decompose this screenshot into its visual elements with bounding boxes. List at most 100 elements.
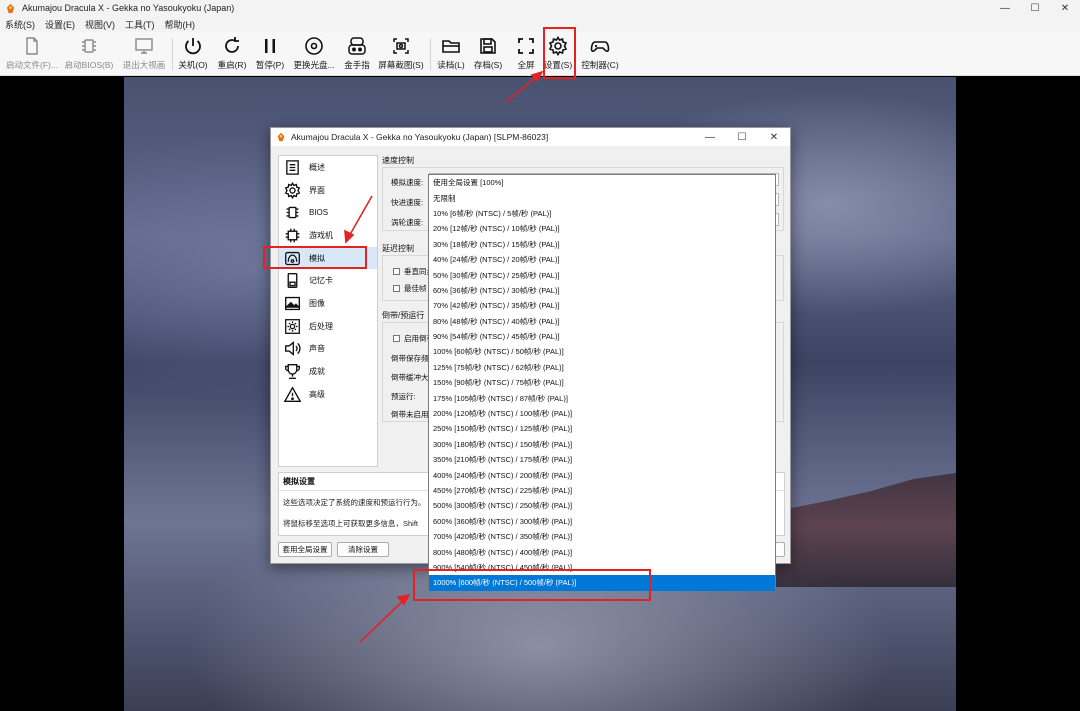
pause-button[interactable]: 暂停(P) [254,36,286,74]
description-line-1: 这些选项决定了系统的速度和预运行行为。 [283,498,426,507]
power-off-button[interactable]: 关机(O) [176,36,210,74]
menu-view[interactable]: 视图(V) [85,18,115,31]
dropdown-option[interactable]: 30% [18帧/秒 (NTSC) / 15帧/秒 (PAL)] [429,237,775,252]
disc-icon [305,37,323,55]
cpu-icon [285,228,300,243]
annotation-highlight-settings [543,27,576,79]
save-state-button[interactable]: 存档(S) [472,36,504,74]
restart-button[interactable]: 重启(R) [216,36,248,74]
folder-open-icon [442,40,460,53]
menu-help[interactable]: 帮助(H) [165,18,196,31]
latency-control-title: 延迟控制 [382,244,414,253]
dropdown-option[interactable]: 40% [24帧/秒 (NTSC) / 20帧/秒 (PAL)] [429,252,775,267]
start-file-button[interactable]: 启动文件(F)... [6,36,58,74]
chip-icon [286,206,299,219]
window-title: Akumajou Dracula X - Gekka no Yasoukyoku… [22,3,235,13]
dropdown-option[interactable]: 60% [36帧/秒 (NTSC) / 30帧/秒 (PAL)] [429,283,775,298]
gamepad-cheat-icon [348,37,366,55]
rewind-buffer-size-label: 倒带缓冲大 [391,373,429,382]
dropdown-option[interactable]: 150% [90帧/秒 (NTSC) / 75帧/秒 (PAL)] [429,375,775,390]
minimize-button[interactable]: — [990,0,1020,16]
dialog-close-action-button[interactable] [775,542,785,557]
dropdown-option[interactable]: 450% [270帧/秒 (NTSC) / 225帧/秒 (PAL)] [429,483,775,498]
dropdown-option[interactable]: 600% [360帧/秒 (NTSC) / 300帧/秒 (PAL)] [429,514,775,529]
menubar: 系统(S) 设置(E) 视图(V) 工具(T) 帮助(H) [0,16,1080,32]
fullscreen-button[interactable]: 全屏 [512,36,540,74]
vsync-checkbox[interactable] [393,268,400,275]
change-disc-button[interactable]: 更换光盘... [292,36,336,74]
enable-rewind-checkbox[interactable] [393,335,400,342]
sidebar-item-audio[interactable]: 声音 [279,338,377,361]
dropdown-option[interactable]: 使用全局设置 [100%] [429,175,775,190]
toolbar-separator [430,38,431,70]
file-icon [26,37,38,55]
use-global-settings-button[interactable]: 套用全局设置 [278,542,332,557]
cheats-button[interactable]: 金手指 [342,36,372,74]
speaker-icon [285,341,301,357]
load-state-button[interactable]: 读档(L) [436,36,466,74]
menu-system[interactable]: 系统(S) [5,18,35,31]
menu-settings[interactable]: 设置(E) [45,18,75,31]
chip-icon [82,39,96,53]
rewind-disabled-label: 倒带未启用 [391,410,429,419]
close-button[interactable]: ✕ [1050,0,1080,16]
dropdown-option[interactable]: 250% [150帧/秒 (NTSC) / 125帧/秒 (PAL)] [429,421,775,436]
dialog-maximize-button[interactable]: ☐ [726,128,758,146]
dropdown-option[interactable]: 700% [420帧/秒 (NTSC) / 350帧/秒 (PAL)] [429,529,775,544]
rewind-save-frequency-label: 倒带保存频 [391,354,429,363]
dropdown-option[interactable]: 350% [210帧/秒 (NTSC) / 175帧/秒 (PAL)] [429,452,775,467]
exit-big-picture-button[interactable]: 退出大视画 [120,36,168,74]
start-bios-button[interactable]: 启动BIOS(B) [64,36,114,74]
sidebar-item-memory-cards[interactable]: 记忆卡 [279,269,377,292]
dropdown-option[interactable]: 300% [180帧/秒 (NTSC) / 150帧/秒 (PAL)] [429,437,775,452]
dropdown-option[interactable]: 175% [105帧/秒 (NTSC) / 87帧/秒 (PAL)] [429,390,775,405]
dropdown-option[interactable]: 20% [12帧/秒 (NTSC) / 10帧/秒 (PAL)] [429,221,775,236]
save-icon [480,38,496,54]
annotation-highlight-emulation [263,246,367,269]
description-title: 模拟设置 [283,477,315,486]
screenshot-button[interactable]: 屏幕截图(S) [378,36,424,74]
trophy-icon [285,364,300,380]
dropdown-option[interactable]: 无限制 [429,190,775,205]
optimal-frame-checkbox[interactable] [393,285,400,292]
fast-forward-speed-label: 快进速度: [391,198,424,207]
sidebar-item-bios[interactable]: BIOS [279,201,377,224]
dropdown-option[interactable]: 10% [6帧/秒 (NTSC) / 5帧/秒 (PAL)] [429,206,775,221]
dropdown-option[interactable]: 800% [480帧/秒 (NTSC) / 400帧/秒 (PAL)] [429,544,775,559]
dialog-close-button[interactable]: ✕ [758,128,790,146]
dropdown-option[interactable]: 125% [75帧/秒 (NTSC) / 62帧/秒 (PAL)] [429,360,775,375]
dropdown-option[interactable]: 500% [300帧/秒 (NTSC) / 250帧/秒 (PAL)] [429,498,775,513]
turbo-speed-label: 涡轮速度: [391,218,424,227]
settings-sidebar: 概述 界面 BIOS 游戏机 模拟 记忆卡 图像 后处理 声音 成就 高级 [278,155,378,467]
warning-icon [284,386,301,402]
dropdown-option[interactable]: 400% [240帧/秒 (NTSC) / 200帧/秒 (PAL)] [429,467,775,482]
annotation-highlight-1000-percent [413,569,651,601]
dropdown-option[interactable]: 70% [42帧/秒 (NTSC) / 35帧/秒 (PAL)] [429,298,775,313]
speed-control-title: 速度控制 [382,156,414,165]
controllers-button[interactable]: 控制器(C) [580,36,620,74]
restart-icon [225,37,239,53]
sidebar-item-summary[interactable]: 概述 [279,156,377,179]
dialog-title: Akumajou Dracula X - Gekka no Yasoukyoku… [291,132,549,142]
dialog-minimize-button[interactable]: — [694,128,726,146]
sidebar-item-post-processing[interactable]: 后处理 [279,315,377,338]
dropdown-option[interactable]: 90% [54帧/秒 (NTSC) / 45帧/秒 (PAL)] [429,329,775,344]
toolbar-separator [172,38,173,70]
sidebar-item-achievements[interactable]: 成就 [279,360,377,383]
sidebar-item-advanced[interactable]: 高级 [279,383,377,406]
toolbar: 启动文件(F)... 启动BIOS(B) 退出大视画 关机(O) 重启(R) 暂… [0,32,1080,76]
dropdown-option[interactable]: 100% [60帧/秒 (NTSC) / 50帧/秒 (PAL)] [429,344,775,359]
window-controls: — ☐ ✕ [990,0,1080,16]
sidebar-item-graphics[interactable]: 图像 [279,292,377,315]
controller-icon [590,41,610,53]
sidebar-item-interface[interactable]: 界面 [279,179,377,202]
sidebar-item-console[interactable]: 游戏机 [279,224,377,247]
runahead-label: 预运行: [391,392,416,401]
dropdown-option[interactable]: 80% [48帧/秒 (NTSC) / 40帧/秒 (PAL)] [429,314,775,329]
power-icon [185,38,201,55]
maximize-button[interactable]: ☐ [1020,0,1050,16]
clear-settings-button[interactable]: 清除设置 [337,542,389,557]
dropdown-option[interactable]: 50% [30帧/秒 (NTSC) / 25帧/秒 (PAL)] [429,267,775,282]
menu-tools[interactable]: 工具(T) [125,18,155,31]
dropdown-option[interactable]: 200% [120帧/秒 (NTSC) / 100帧/秒 (PAL)] [429,406,775,421]
